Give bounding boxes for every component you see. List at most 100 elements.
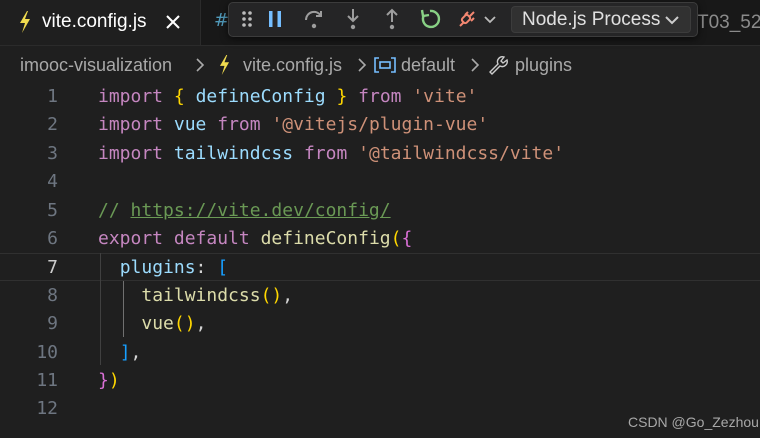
code-token: defineConfig <box>195 86 326 107</box>
code-text: export default defineConfig({ <box>98 225 412 253</box>
code-line[interactable]: 6 export default defineConfig({ <box>0 225 760 253</box>
code-token: () <box>173 313 196 335</box>
line-number: 6 <box>47 228 58 249</box>
code-token: ] <box>119 341 131 363</box>
code-text: }) <box>98 367 120 395</box>
code-text: tailwindcss(), <box>98 282 293 310</box>
line-number: 1 <box>47 86 58 107</box>
close-icon[interactable] <box>163 12 183 32</box>
code-token: from <box>217 114 261 136</box>
lightning-bolt-icon <box>219 55 230 75</box>
code-line[interactable]: 7 plugins: [ <box>0 253 760 282</box>
code-token: tailwindcss <box>173 142 294 164</box>
code-text: // https://vite.dev/config/ <box>98 197 391 225</box>
code-token: tailwindcss <box>141 284 261 306</box>
hash-icon[interactable]: # <box>214 10 229 31</box>
code-token: , <box>195 313 207 335</box>
watermark: CSDN @Go_Zezhou <box>628 414 759 430</box>
code-text: vue(), <box>98 310 206 338</box>
code-line[interactable]: 8 tailwindcss(), <box>0 282 760 310</box>
code-line[interactable]: 3 import tailwindcss from '@tailwindcss/v… <box>0 140 760 168</box>
code-editor[interactable]: 1 import { defineConfig } from 'vite' 2 imp… <box>0 83 760 438</box>
breadcrumb-symbol[interactable]: default <box>401 55 455 76</box>
step-over-icon[interactable] <box>302 7 326 31</box>
code-token: defineConfig <box>260 228 391 249</box>
code-token: https://vite.dev/config/ <box>130 199 391 221</box>
code-text: plugins: [ <box>98 254 228 282</box>
code-token: 'vite' <box>412 86 478 107</box>
code-text: import vue from '@vitejs/plugin-vue' <box>98 111 488 139</box>
code-token: default <box>173 228 250 249</box>
code-line[interactable]: 10 ], <box>0 339 760 367</box>
drag-handle-icon[interactable] <box>235 7 259 31</box>
debug-toolbar: Node.js Process <box>228 2 698 37</box>
line-number: 10 <box>36 341 58 363</box>
code-token: '@vitejs/plugin-vue' <box>271 114 489 136</box>
code-token: vue <box>141 313 174 335</box>
code-line[interactable]: 5 // https://vite.dev/config/ <box>0 197 760 225</box>
code-token: ) <box>108 370 120 391</box>
breadcrumb-file[interactable]: vite.config.js <box>243 55 342 76</box>
code-token: import <box>98 86 164 107</box>
chevron-right-icon <box>196 58 205 72</box>
line-number: 11 <box>36 370 58 391</box>
breadcrumb-folder[interactable]: imooc-visualization <box>20 55 172 76</box>
indent-guide-active <box>123 281 124 337</box>
code-line[interactable]: 1 import { defineConfig } from 'vite' <box>0 83 760 111</box>
code-line[interactable]: 9 vue(), <box>0 310 760 338</box>
code-token: import <box>98 114 164 136</box>
breadcrumb-property[interactable]: plugins <box>515 55 572 76</box>
symbol-variable-icon <box>374 57 396 73</box>
wrench-icon <box>489 56 508 75</box>
chevron-right-icon <box>358 58 367 72</box>
line-number: 3 <box>47 142 58 164</box>
code-token: from <box>303 142 348 164</box>
breadcrumb: imooc-visualization vite.config.js defau… <box>0 47 760 83</box>
code-token: : <box>195 257 218 279</box>
line-number: 4 <box>47 171 58 193</box>
pause-icon[interactable] <box>263 7 287 31</box>
process-select-label: Node.js Process <box>522 9 661 30</box>
line-number: 8 <box>47 284 58 306</box>
code-text: import { defineConfig } from 'vite' <box>98 83 477 111</box>
chevron-down-icon[interactable] <box>482 7 498 31</box>
code-token: , <box>130 341 142 363</box>
restart-icon[interactable] <box>418 7 442 31</box>
line-number: 12 <box>36 398 58 420</box>
line-number: 2 <box>47 114 58 136</box>
code-token: , <box>282 284 294 306</box>
code-line[interactable]: 11}) <box>0 367 760 395</box>
step-into-icon[interactable] <box>341 7 365 31</box>
tab-label-partial[interactable]: T03_52 <box>697 12 760 34</box>
code-line[interactable]: 4 <box>0 168 760 196</box>
indent-guide <box>100 253 101 365</box>
code-token: from <box>358 86 402 107</box>
code-token: plugins <box>119 257 196 279</box>
code-token: // <box>98 199 131 221</box>
step-out-icon[interactable] <box>380 7 404 31</box>
code-line[interactable]: 2 import vue from '@vitejs/plugin-vue' <box>0 111 760 139</box>
chevron-down-icon <box>665 16 679 25</box>
process-select[interactable]: Node.js Process <box>511 6 691 33</box>
disconnect-icon[interactable] <box>455 7 479 31</box>
lightning-bolt-icon <box>20 11 30 33</box>
line-number: 7 <box>47 257 58 279</box>
code-token: () <box>260 284 283 306</box>
tab-vite-config[interactable]: vite.config.js <box>0 0 201 45</box>
code-text: import tailwindcss from '@tailwindcss/vi… <box>98 140 564 168</box>
code-token: } <box>98 370 109 391</box>
chevron-right-icon <box>471 58 480 72</box>
